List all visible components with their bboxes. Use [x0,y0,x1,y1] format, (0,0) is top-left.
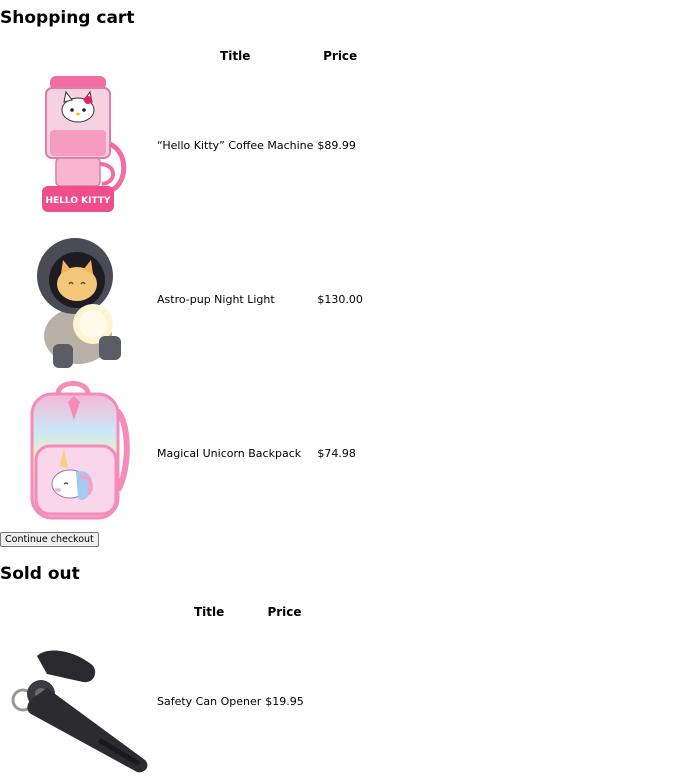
soldout-item-image-cell [2,625,154,777]
svg-text:HELLO KITTY: HELLO KITTY [46,196,111,206]
cart-row: HELLO KITTY “Hello Kitty” Coffee Machine… [2,69,364,221]
cart-row: Astro-pup Night Light $130.00 [2,223,364,375]
cart-item-title: “Hello Kitty” Coffee Machine [157,138,314,152]
soldout-header-row: Title Price [2,601,305,623]
hello-kitty-coffee-machine-image: HELLO KITTY [42,76,127,212]
cart-title-header: Title [220,49,251,63]
cart-heading: Shopping cart [0,8,135,28]
cart-price-header: Price [323,49,358,63]
cart-row: Magical Unicorn Backpack $74.98 [2,377,364,529]
cart-item-image-cell [2,377,154,529]
astro-pup-night-light-image [37,238,121,368]
soldout-row: Safety Can Opener $19.95 [2,625,305,777]
cart-item-price: $89.99 [317,138,356,152]
cart-item-price: $74.98 [317,446,356,460]
soldout-price-header: Price [267,605,302,619]
cart-table: Title Price HELLO KITTY “Hello Kitty” Co… [0,43,366,531]
soldout-item-price: $19.95 [265,694,304,708]
soldout-table: Title Price Safety Can Opener $19.95 [0,599,307,779]
cart-item-image-cell: HELLO KITTY [2,69,154,221]
cart-item-title: Magical Unicorn Backpack [157,446,302,460]
soldout-image-header [2,601,154,623]
cart-header-row: Title Price [2,45,364,67]
unicorn-backpack-image [30,381,130,520]
soldout-heading: Sold out [0,564,80,584]
cart-item-title: Astro-pup Night Light [157,292,275,306]
soldout-title-header: Title [193,605,225,619]
can-opener-image [11,650,148,773]
soldout-item-title: Safety Can Opener [157,694,262,708]
cart-item-image-cell [2,223,154,375]
continue-checkout-button[interactable]: Continue checkout [0,532,99,547]
cart-item-price: $130.00 [317,292,363,306]
cart-image-header [2,45,154,67]
